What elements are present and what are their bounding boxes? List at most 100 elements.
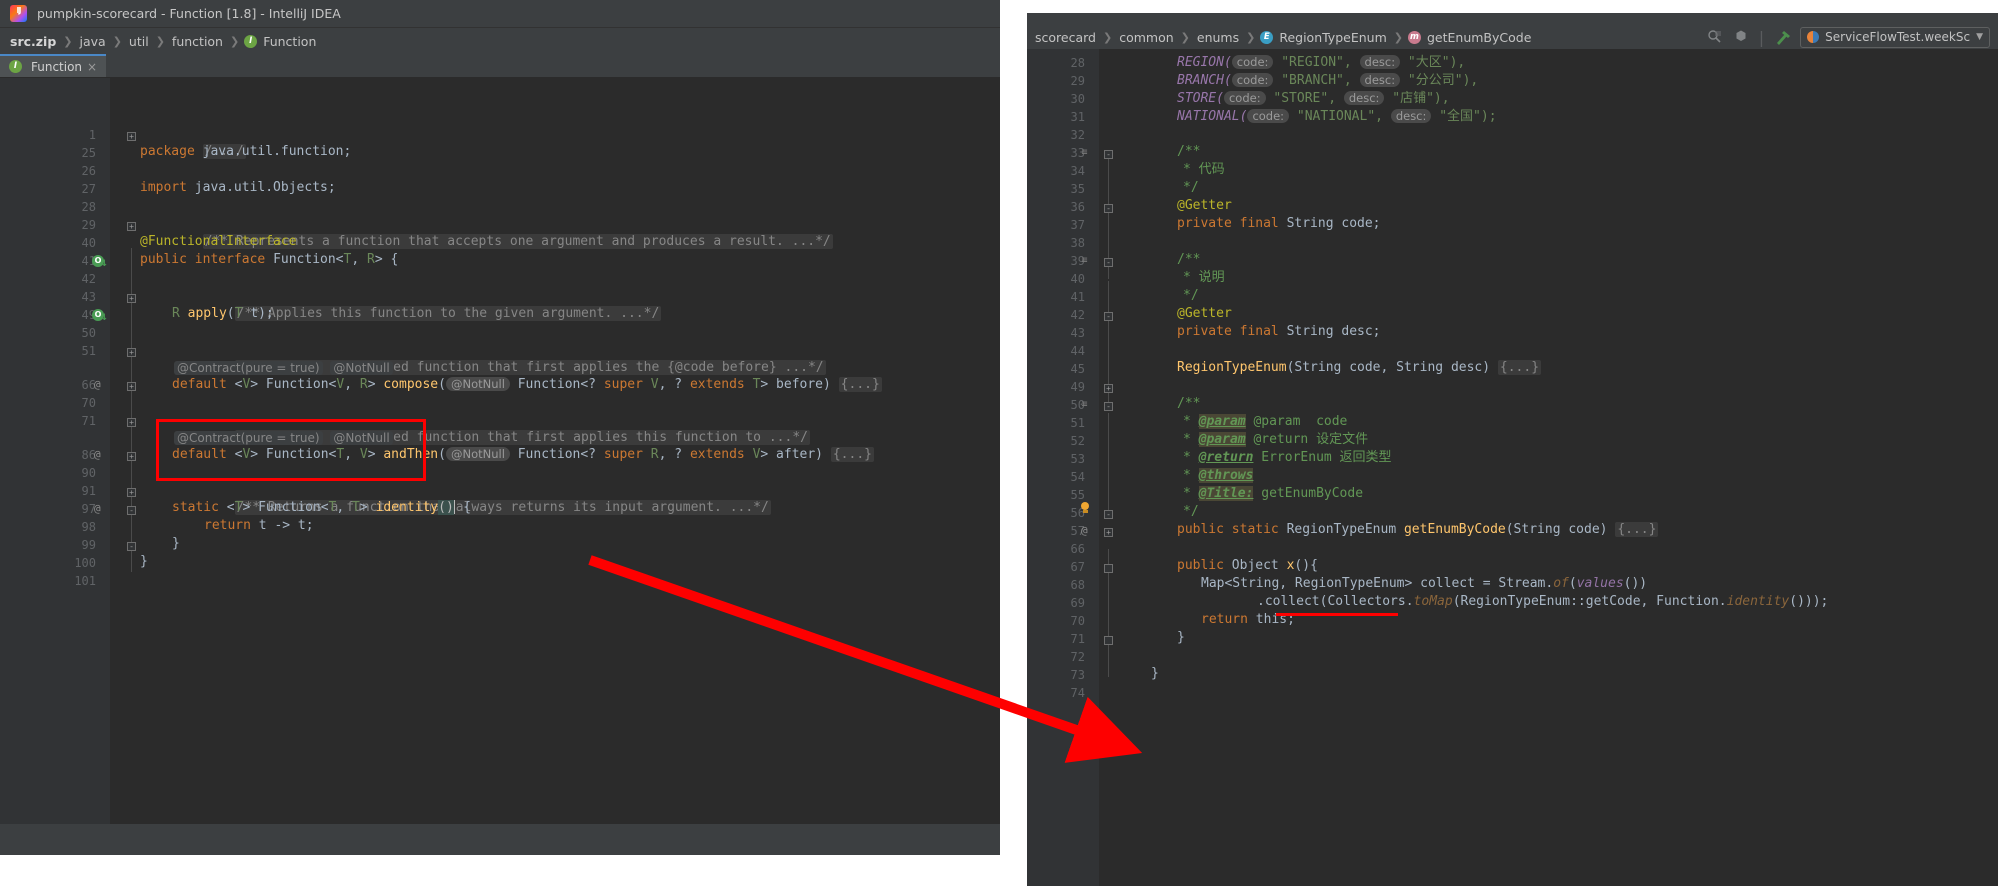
param-hint-desc[interactable]: desc:: [1390, 109, 1432, 123]
fold-toggle-icon[interactable]: +: [127, 294, 136, 303]
left-window-statusbar: [0, 824, 1000, 855]
annotation-marker: @: [94, 502, 101, 515]
close-icon[interactable]: ×: [87, 60, 97, 74]
line-number: 90: [81, 466, 96, 480]
fold-toggle-icon[interactable]: +: [127, 222, 136, 231]
line-number: 27: [81, 182, 96, 196]
notnull-param-hint[interactable]: @NotNull: [445, 447, 510, 461]
right-editor-area[interactable]: 28 29 30 31 32 33 34 35 36 37 38 39 40 4…: [1027, 49, 1998, 886]
fold-toggle-icon[interactable]: -: [127, 506, 136, 515]
intention-bulb-icon[interactable]: [1079, 502, 1091, 516]
notnull-hint[interactable]: @NotNull: [330, 361, 393, 375]
code-line-functional-interface: @FunctionalInterface: [140, 234, 297, 249]
breadcrumb-item-scorecard[interactable]: scorecard: [1033, 30, 1098, 45]
editor-tab-Function[interactable]: I Function ×: [0, 54, 107, 77]
line-number: 49: [1070, 380, 1085, 394]
search-everywhere-icon[interactable]: [1707, 29, 1723, 45]
fold-toggle-icon[interactable]: -: [1104, 258, 1113, 267]
breadcrumb-item-Function[interactable]: Function: [261, 34, 318, 49]
implementing-method-icon[interactable]: O: [92, 309, 108, 324]
fold-toggle-icon[interactable]: [1104, 636, 1113, 645]
code-line-getter-1: @Getter: [1177, 198, 1232, 213]
left-editor-gutter[interactable]: 1 25 26 27 28 29 40 41 42 43 49 50 51 66…: [0, 78, 110, 855]
fold-toggle-icon[interactable]: -: [1104, 204, 1113, 213]
line-number: 37: [1070, 218, 1085, 232]
code-line-compose: default <V> Function<V, R> compose(@NotN…: [172, 377, 882, 392]
function-identity-call: identity: [1726, 594, 1790, 609]
code-line-enum-region: REGION(code: "REGION", desc: "大区"),: [1177, 55, 1466, 70]
collapsed-javadoc-interface[interactable]: /** Represents a function that accepts o…: [202, 234, 833, 250]
fold-toggle-icon[interactable]: +: [1104, 384, 1113, 393]
param-hint-code[interactable]: code:: [1231, 73, 1274, 87]
code-line-doc-throws: * @throws: [1183, 468, 1254, 483]
javadoc-render-icon[interactable]: ≡: [1079, 255, 1090, 266]
fold-toggle-icon[interactable]: -: [1104, 312, 1113, 321]
breadcrumb-item-getEnumByCode[interactable]: getEnumByCode: [1425, 30, 1533, 45]
line-number: 91: [81, 484, 96, 498]
breadcrumb-separator-icon: ❯: [1180, 30, 1190, 44]
left-ide-window: pumpkin-scorecard - Function [1.8] - Int…: [0, 0, 1000, 855]
fold-toggle-icon[interactable]: +: [127, 452, 136, 461]
fold-toggle-icon[interactable]: -: [1104, 150, 1113, 159]
left-editor-area[interactable]: 1 25 26 27 28 29 40 41 42 43 49 50 51 66…: [0, 78, 1000, 855]
fold-toggle-icon[interactable]: -: [1104, 510, 1113, 519]
collapsed-method-body[interactable]: {...}: [1615, 522, 1659, 537]
line-number: 53: [1070, 452, 1085, 466]
breadcrumb-item-function[interactable]: function: [170, 34, 225, 49]
contract-hint[interactable]: @Contract(pure = true): [174, 361, 323, 375]
run-configuration-selector[interactable]: ServiceFlowTest.weekSc ▼: [1800, 26, 1990, 48]
notnull-param-hint[interactable]: @NotNull: [445, 377, 510, 391]
collapsed-method-body[interactable]: {...}: [830, 447, 874, 462]
param-hint-desc[interactable]: desc:: [1359, 55, 1401, 69]
fold-toggle-icon[interactable]: +: [127, 382, 136, 391]
hammer-icon[interactable]: [1774, 29, 1791, 45]
breadcrumb-item-java[interactable]: java: [78, 34, 108, 49]
fold-toggle-icon[interactable]: +: [127, 418, 136, 427]
code-line-class-close: }: [1151, 666, 1159, 681]
code-line-doc-close: */: [1183, 180, 1199, 195]
fold-toggle-icon[interactable]: -: [1104, 402, 1113, 411]
line-number: 101: [74, 574, 96, 588]
fold-toggle-icon[interactable]: +: [127, 488, 136, 497]
fold-toggle-icon[interactable]: -: [127, 542, 136, 551]
javadoc-render-icon[interactable]: ≡: [1079, 147, 1090, 158]
line-number: 26: [81, 164, 96, 178]
breadcrumb-item-RegionTypeEnum[interactable]: RegionTypeEnum: [1277, 30, 1388, 45]
contract-hint[interactable]: @Contract(pure = true): [174, 431, 323, 445]
line-number: 30: [1070, 92, 1085, 106]
collapsed-method-body[interactable]: {...}: [838, 377, 882, 392]
right-editor-gutter[interactable]: 28 29 30 31 32 33 34 35 36 37 38 39 40 4…: [1027, 49, 1099, 886]
line-number: 42: [1070, 308, 1085, 322]
line-number: 36: [1070, 200, 1085, 214]
param-hint-code[interactable]: code:: [1247, 109, 1290, 123]
chevron-down-icon[interactable]: ▼: [1976, 32, 1983, 42]
line-number: 51: [81, 344, 96, 358]
param-hint-desc[interactable]: desc:: [1359, 73, 1401, 87]
code-block-guide: [1108, 413, 1109, 513]
javadoc-render-icon[interactable]: ≡: [1079, 399, 1090, 410]
notnull-hint[interactable]: @NotNull: [330, 431, 393, 445]
fold-toggle-icon[interactable]: [1104, 564, 1113, 573]
breadcrumb-item-util[interactable]: util: [127, 34, 151, 49]
fold-toggle-icon[interactable]: +: [1104, 528, 1113, 537]
code-line-doc-title: * @Title: getEnumByCode: [1183, 486, 1364, 501]
param-hint-code[interactable]: code:: [1231, 55, 1274, 69]
implementing-method-icon[interactable]: O: [92, 255, 108, 270]
left-code-content[interactable]: + + + + + + + + - - /.../ package java.u…: [110, 78, 1000, 855]
run-config-label: ServiceFlowTest.weekSc: [1825, 30, 1971, 44]
line-number: 40: [1070, 272, 1085, 286]
collapsed-ctor-body[interactable]: {...}: [1497, 360, 1542, 375]
fold-toggle-icon[interactable]: +: [127, 348, 136, 357]
right-code-content[interactable]: - - - - + - - + REGION(code: "REGION", d…: [1099, 49, 1998, 886]
line-number: 34: [1070, 164, 1085, 178]
fold-toggle-icon[interactable]: +: [127, 132, 136, 141]
breadcrumb-item-common[interactable]: common: [1117, 30, 1175, 45]
left-breadcrumb: src.zip ❯ java ❯ util ❯ function ❯ I Fun…: [0, 28, 1000, 54]
breadcrumb-item-srczip[interactable]: src.zip: [8, 34, 58, 49]
breadcrumb-item-enums[interactable]: enums: [1195, 30, 1241, 45]
param-hint-code[interactable]: code:: [1223, 91, 1266, 105]
collapsed-javadoc-apply[interactable]: /** Applies this function to the given a…: [234, 306, 662, 322]
settings-icon[interactable]: [1733, 29, 1749, 45]
param-hint-desc[interactable]: desc:: [1343, 91, 1385, 105]
method-icon: m: [1407, 30, 1421, 44]
